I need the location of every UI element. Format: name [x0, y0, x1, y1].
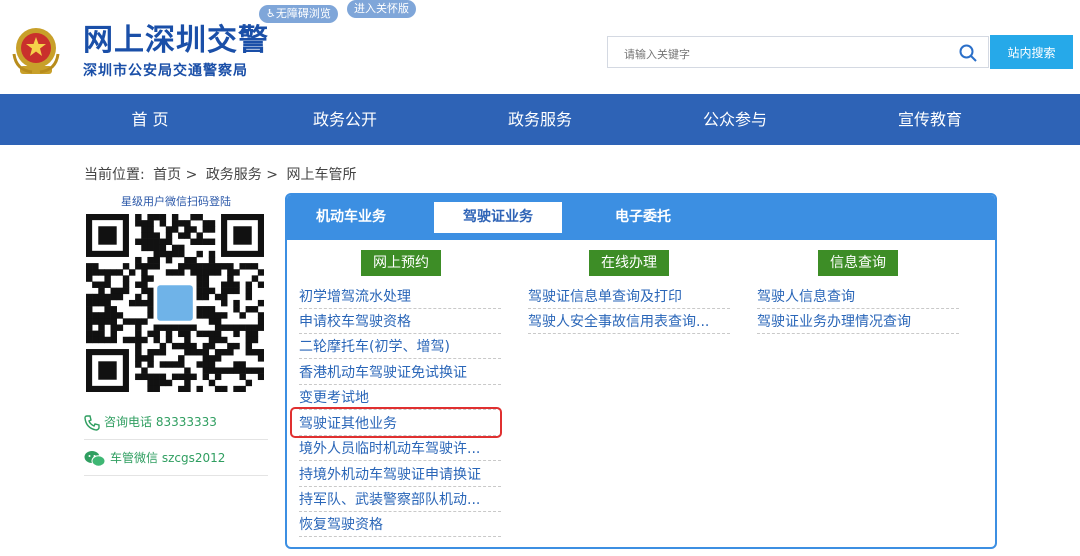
link-learner-stream[interactable]: 初学增驾流水处理: [299, 285, 501, 309]
nav-government-services[interactable]: 政务服务: [460, 94, 620, 145]
wechat-icon: [84, 450, 106, 467]
search-box: [607, 36, 989, 68]
column-head-online: 在线办理: [589, 250, 669, 276]
column-head-appointment: 网上预约: [361, 250, 441, 276]
breadcrumb-home[interactable]: 首页 >: [153, 167, 197, 183]
accessibility-button[interactable]: ♿无障碍浏览: [259, 5, 338, 23]
tab-electronic-authorization[interactable]: 电子委托: [579, 202, 707, 233]
search-icon[interactable]: [958, 43, 978, 63]
link-school-bus[interactable]: 申请校车驾驶资格: [299, 310, 501, 334]
nav-publicity-education[interactable]: 宣传教育: [850, 94, 1010, 145]
service-panel: 机动车业务 驾驶证业务 电子委托 网上预约 初学增驾流水处理 申请校车驾驶资格 …: [285, 193, 997, 549]
tab-vehicle-business[interactable]: 机动车业务: [287, 202, 415, 233]
breadcrumb-prefix: 当前位置:: [84, 167, 145, 183]
site-header: 网上深圳交警 深圳市公安局交通警察局 ♿无障碍浏览 进入关怀版 站内搜索: [0, 0, 1080, 94]
link-foreign-temporary-permit[interactable]: 境外人员临时机动车驾驶许...: [299, 437, 501, 461]
tab-bar: 机动车业务 驾驶证业务 电子委托: [287, 195, 995, 240]
breadcrumb-current: 网上车管所: [286, 167, 357, 183]
link-license-progress-query[interactable]: 驾驶证业务办理情况查询: [757, 310, 959, 334]
contact-wechat: 车管微信 szcgs2012: [84, 441, 268, 476]
phone-text: 咨询电话 83333333: [104, 415, 217, 429]
nav-government-affairs[interactable]: 政务公开: [265, 94, 425, 145]
site-title: 网上深圳交警: [83, 23, 269, 58]
link-military-license[interactable]: 持军队、武装警察部队机动...: [299, 488, 501, 512]
breadcrumb-services[interactable]: 政务服务 >: [206, 167, 278, 183]
link-safety-credit-query[interactable]: 驾驶人安全事故信用表查询...: [528, 310, 730, 334]
nav-home[interactable]: 首 页: [70, 94, 230, 145]
link-driver-info-query[interactable]: 驾驶人信息查询: [757, 285, 959, 309]
main-nav: 首 页 政务公开 政务服务 公众参与 宣传教育: [0, 94, 1080, 145]
qr-caption: 星级用户微信扫码登陆: [121, 195, 231, 208]
link-restore-qualification[interactable]: 恢复驾驶资格: [299, 513, 501, 537]
link-motorcycle[interactable]: 二轮摩托车(初学、增驾): [299, 335, 501, 359]
site-search-button[interactable]: 站内搜索: [990, 35, 1073, 69]
police-emblem-icon: [12, 28, 60, 74]
search-input[interactable]: [622, 43, 926, 65]
contact-phone: 咨询电话 83333333: [84, 405, 268, 440]
link-license-info-print[interactable]: 驾驶证信息单查询及打印: [528, 285, 730, 309]
link-overseas-license-exchange[interactable]: 持境外机动车驾驶证申请换证: [299, 463, 501, 487]
wechat-qr-code: [86, 214, 264, 392]
site-subtitle: 深圳市公安局交通警察局: [83, 63, 248, 79]
column-head-query: 信息查询: [818, 250, 898, 276]
link-hk-license[interactable]: 香港机动车驾驶证免试换证: [299, 361, 501, 385]
highlight-box: [290, 407, 502, 438]
nav-public-participation[interactable]: 公众参与: [655, 94, 815, 145]
wechat-text: 车管微信 szcgs2012: [110, 451, 226, 465]
care-mode-button[interactable]: 进入关怀版: [347, 0, 416, 18]
breadcrumb: 当前位置: 首页 > 政务服务 > 网上车管所: [84, 164, 360, 184]
tab-license-business[interactable]: 驾驶证业务: [434, 202, 562, 233]
phone-icon: [84, 414, 100, 431]
